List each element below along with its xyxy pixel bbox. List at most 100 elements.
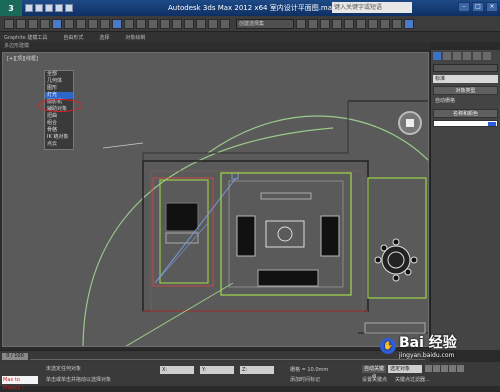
save-file-icon[interactable] <box>45 4 53 12</box>
watermark-text: Bai 经验 <box>399 335 457 351</box>
maxscript-listener-input[interactable]: Max to Physcs : <box>2 376 38 391</box>
redo-button[interactable] <box>16 18 26 29</box>
maximize-button[interactable]: □ <box>472 2 484 12</box>
snap-toggle-icon[interactable] <box>172 18 182 29</box>
filter-option-lights[interactable]: 灯光 <box>45 92 73 99</box>
filter-option-shapes[interactable]: 图形 <box>45 85 73 92</box>
title-bar: 3 Autodesk 3ds Max 2012 x64 室内设计平面图.max … <box>0 0 500 16</box>
layer-manager-icon[interactable] <box>320 18 330 29</box>
tab-graphite[interactable]: Graphite 建模工具 <box>4 34 47 41</box>
graphite-toggle-icon[interactable] <box>332 18 342 29</box>
previous-frame-icon[interactable] <box>433 365 440 372</box>
filter-option-warps[interactable]: 扭曲 <box>45 113 73 120</box>
percent-snap-icon[interactable] <box>196 18 206 29</box>
angle-snap-icon[interactable] <box>184 18 194 29</box>
tab-selection[interactable]: 选择 <box>99 34 109 41</box>
move-icon[interactable] <box>112 18 122 29</box>
render-setup-icon[interactable] <box>380 18 390 29</box>
render-production-icon[interactable] <box>404 18 414 29</box>
display-tab-icon[interactable] <box>473 52 481 60</box>
rotate-icon[interactable] <box>124 18 134 29</box>
utilities-tab-icon[interactable] <box>483 52 491 60</box>
curve-editor-icon[interactable] <box>344 18 354 29</box>
auto-grid-checkbox[interactable]: 自动栅格 <box>433 95 498 106</box>
quick-access-toolbar <box>25 4 73 12</box>
filter-option-geometry[interactable]: 几何体 <box>45 78 73 85</box>
new-file-icon[interactable] <box>25 4 33 12</box>
baidu-paw-icon: ✋ <box>380 337 396 354</box>
select-object-icon[interactable] <box>64 18 74 29</box>
link-icon[interactable] <box>28 18 38 29</box>
key-mode-dropdown[interactable]: 选定对象 <box>388 365 422 373</box>
highlight-ellipse-annotation <box>38 99 82 112</box>
selection-status: 未选定任何对象 <box>46 366 82 372</box>
selection-filter-dropdown[interactable] <box>52 18 62 29</box>
filter-option-combos[interactable]: 组合 <box>45 120 73 127</box>
window-controls: – □ × <box>458 2 498 12</box>
filter-option-all[interactable]: 全部 <box>45 71 73 78</box>
y-coordinate-field[interactable]: Y: <box>200 366 234 374</box>
command-panel: 标准 对象类型 自动栅格 名称和颜色 <box>430 50 500 350</box>
window-crossing-icon[interactable] <box>100 18 110 29</box>
time-slider[interactable]: 0 / 100 <box>0 350 430 362</box>
rect-selection-icon[interactable] <box>88 18 98 29</box>
object-color-swatch[interactable] <box>488 122 496 126</box>
scale-icon[interactable] <box>136 18 146 29</box>
top-viewport[interactable]: [+][顶][线框] 全部 几何体 图形 灯光 摄影机 辅助对象 扭曲 组合 骨… <box>2 52 429 347</box>
mirror-icon[interactable] <box>296 18 306 29</box>
window-title: Autodesk 3ds Max 2012 x64 室内设计平面图.max <box>168 4 337 12</box>
auto-key-button[interactable]: 自动关键点 <box>362 365 386 380</box>
time-slider-thumb[interactable]: 0 / 100 <box>2 353 28 360</box>
motion-tab-icon[interactable] <box>463 52 471 60</box>
search-input[interactable]: 键入关键字或短语 <box>332 2 412 13</box>
rendered-frame-icon[interactable] <box>392 18 402 29</box>
next-frame-icon[interactable] <box>449 365 456 372</box>
watermark-url: jingyan.baidu.com <box>399 352 455 359</box>
unlink-icon[interactable] <box>40 18 50 29</box>
redo-icon[interactable] <box>65 4 73 12</box>
filter-option-point-cloud[interactable]: 点云 <box>45 141 73 148</box>
schematic-view-icon[interactable] <box>356 18 366 29</box>
command-panel-tabs <box>431 50 500 62</box>
close-button[interactable]: × <box>486 2 498 12</box>
go-to-start-icon[interactable] <box>425 365 432 372</box>
ribbon-panel[interactable]: 多边形建模 <box>0 42 430 50</box>
minimize-button[interactable]: – <box>458 2 470 12</box>
filter-option-ik-chain[interactable]: IK 链对象 <box>45 134 73 141</box>
undo-icon[interactable] <box>55 4 63 12</box>
spinner-snap-icon[interactable] <box>208 18 218 29</box>
named-selection-set-dropdown[interactable]: 创建选择集 <box>236 18 294 29</box>
category-icons-row[interactable] <box>433 64 498 72</box>
viewcube-icon[interactable] <box>398 111 422 135</box>
rollout-name-and-color[interactable]: 名称和颜色 <box>433 109 498 118</box>
status-bar: Max to Physcs : 未选定任何对象 单击或单击并拖动以选择对象 X:… <box>0 362 500 391</box>
object-name-field[interactable] <box>433 120 498 127</box>
undo-button[interactable] <box>4 18 14 29</box>
rollout-object-type[interactable]: 对象类型 <box>433 86 498 95</box>
edit-named-selection-icon[interactable] <box>220 18 230 29</box>
material-editor-icon[interactable] <box>368 18 378 29</box>
filter-option-bones[interactable]: 骨骼 <box>45 127 73 134</box>
align-icon[interactable] <box>308 18 318 29</box>
app-logo-button[interactable]: 3 <box>0 0 22 16</box>
reference-coord-icon[interactable] <box>148 18 158 29</box>
play-icon[interactable] <box>441 365 448 372</box>
grid-size-readout: 栅格 = 10.0mm <box>290 367 329 373</box>
create-tab-icon[interactable] <box>433 52 441 60</box>
object-category-dropdown[interactable]: 标准 <box>433 75 498 83</box>
set-key-button[interactable]: 设置关键点 <box>362 376 387 383</box>
pivot-icon[interactable] <box>160 18 170 29</box>
add-time-tag-button[interactable]: 添加时间标记 <box>290 376 320 383</box>
hierarchy-tab-icon[interactable] <box>453 52 461 60</box>
baidu-watermark: ✋ Bai 经验 jingyan.baidu.com <box>380 332 457 359</box>
x-coordinate-field[interactable]: X: <box>160 366 194 374</box>
go-to-end-icon[interactable] <box>457 365 464 372</box>
z-coordinate-field[interactable]: Z: <box>240 366 274 374</box>
tab-freeform[interactable]: 自由形式 <box>63 34 83 41</box>
open-file-icon[interactable] <box>35 4 43 12</box>
modify-tab-icon[interactable] <box>443 52 451 60</box>
select-by-name-icon[interactable] <box>76 18 86 29</box>
key-filters-button[interactable]: 关键点过滤器... <box>395 376 430 383</box>
prompt-line: 单击或单击并拖动以选择对象 <box>46 377 112 383</box>
tab-object-paint[interactable]: 对象绘制 <box>125 34 145 41</box>
